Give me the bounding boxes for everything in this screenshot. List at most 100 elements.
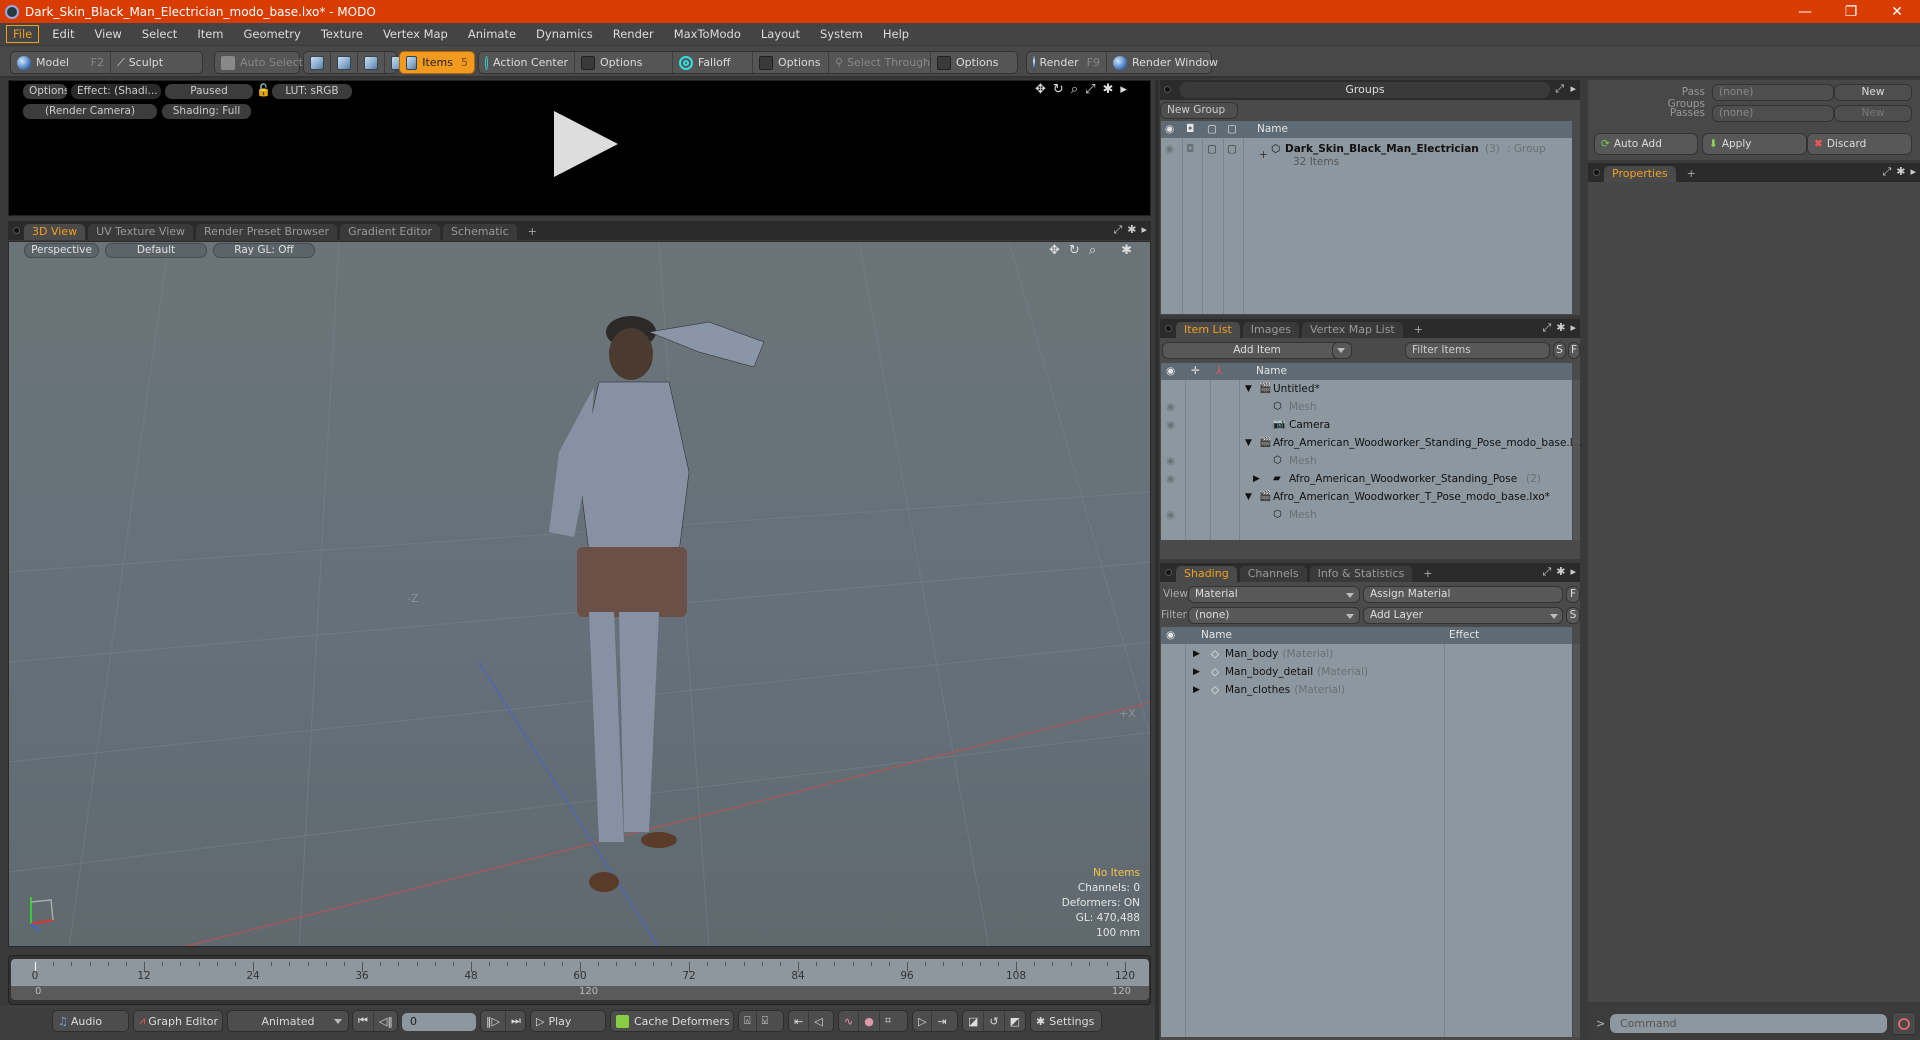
close-button[interactable]: ✕: [1874, 0, 1920, 23]
tab-item-list[interactable]: Item List: [1176, 322, 1240, 338]
action-center-options-button[interactable]: Options: [575, 52, 673, 73]
play-icon[interactable]: [554, 111, 618, 177]
record-button[interactable]: ●: [859, 1011, 880, 1031]
arrow-right-icon[interactable]: ▸: [1570, 321, 1576, 335]
visibility-icon[interactable]: ◉: [1166, 470, 1175, 488]
next-key-end-button[interactable]: ⇥: [932, 1011, 951, 1031]
s-button[interactable]: S: [1566, 607, 1580, 624]
collapse-icon[interactable]: ▼: [1245, 380, 1252, 398]
edges-mode-button[interactable]: [331, 52, 358, 73]
expand-icon[interactable]: ▶: [1193, 645, 1200, 663]
add-item-button[interactable]: Add Item: [1162, 342, 1352, 359]
s-button[interactable]: S: [1553, 342, 1566, 359]
visibility-icon[interactable]: ◉: [1166, 398, 1175, 416]
menu-dynamics[interactable]: Dynamics: [529, 25, 600, 43]
material-row[interactable]: ▶ ◇ Man_body (Material): [1161, 645, 1572, 663]
3d-viewport[interactable]: Perspective Default Ray GL: Off ✥ ↻ ⌕ ✱ -Z …: [8, 241, 1151, 947]
expand-icon[interactable]: ▶: [1193, 681, 1200, 699]
prev-key-button[interactable]: ◁: [809, 1011, 827, 1031]
collapse-icon[interactable]: ▼: [1245, 434, 1252, 452]
perspective-dropdown[interactable]: Perspective: [24, 243, 99, 258]
vertices-mode-button[interactable]: [304, 52, 331, 73]
material-row[interactable]: ▶ ◇ Man_clothes (Material): [1161, 681, 1572, 699]
panel-dot-icon[interactable]: [1593, 169, 1600, 176]
item-list-scrollbar[interactable]: [1573, 380, 1580, 540]
menu-animate[interactable]: Animate: [461, 25, 523, 43]
item-row[interactable]: ◉ ⬡ Mesh: [1161, 398, 1572, 416]
key-cycle-button[interactable]: ↺: [984, 1011, 1005, 1031]
material-row[interactable]: ▶ ◇ Man_body_detail (Material): [1161, 663, 1572, 681]
panel-dot-icon[interactable]: [1165, 569, 1172, 576]
add-tab-button[interactable]: +: [1406, 322, 1431, 338]
key-down-button[interactable]: ⍌: [757, 1011, 774, 1031]
item-row[interactable]: ▼ 🎬 Afro_American_Woodworker_T_Pose_modo_b…: [1161, 488, 1572, 506]
maximize-icon[interactable]: ⤢: [1085, 82, 1095, 97]
item-row[interactable]: ◉ 📷 Camera: [1161, 416, 1572, 434]
new-pass-button[interactable]: New: [1834, 105, 1912, 122]
items-mode-button[interactable]: Items 5: [399, 51, 475, 74]
collapse-icon[interactable]: ▼: [1245, 488, 1252, 506]
render-window-button[interactable]: Render Window: [1107, 52, 1224, 73]
shading-dropdown[interactable]: Shading: Full: [162, 104, 251, 119]
next-key-button[interactable]: ▷: [913, 1011, 933, 1031]
lock-toggle[interactable]: ▢: [1207, 140, 1217, 158]
arrow-right-icon[interactable]: ▸: [1570, 82, 1576, 95]
tab-uv-texture-view[interactable]: UV Texture View: [88, 224, 194, 240]
maximize-icon[interactable]: ⤢: [1542, 565, 1551, 579]
render-icon[interactable]: ◘: [1186, 140, 1194, 158]
action-center-button[interactable]: Action Center: [479, 52, 575, 73]
maximize-icon[interactable]: ⤢: [1542, 321, 1551, 335]
settings-button[interactable]: ✱ Settings: [1030, 1010, 1102, 1032]
effect-dropdown[interactable]: Effect: (Shadi...: [71, 84, 161, 99]
tab-schematic[interactable]: Schematic: [443, 224, 517, 240]
passes-dropdown[interactable]: (none): [1712, 105, 1834, 122]
item-row[interactable]: ◉ ⬡ Mesh: [1161, 506, 1572, 524]
key-select-button[interactable]: ◩: [1005, 1011, 1025, 1031]
expand-icon[interactable]: ▶: [1253, 470, 1260, 488]
tab-info-statistics[interactable]: Info & Statistics: [1309, 566, 1413, 582]
maximize-icon[interactable]: ⤢: [1555, 82, 1564, 96]
rotate-icon[interactable]: ↻: [1053, 82, 1064, 97]
auto-add-button[interactable]: ⟳ Auto Add: [1594, 133, 1698, 155]
camera-dropdown[interactable]: (Render Camera): [23, 104, 157, 119]
expand-icon[interactable]: ▶: [1193, 663, 1200, 681]
item-row[interactable]: ▼ 🎬 Afro_American_Woodworker_Standing_Pose…: [1161, 434, 1583, 452]
key-channels-button[interactable]: ⌗: [880, 1011, 896, 1031]
shading-scrollbar[interactable]: [1573, 644, 1580, 1037]
pass-groups-dropdown[interactable]: (none): [1712, 84, 1834, 101]
panel-dot-icon[interactable]: [1164, 86, 1171, 93]
item-row[interactable]: ◉ ⬡ Mesh: [1161, 452, 1572, 470]
timeline-ruler[interactable]: 0 12 24 36 48 60 72 84 96 108 120: [11, 959, 1149, 986]
f-button[interactable]: F: [1566, 586, 1580, 603]
lock-icon[interactable]: 🔓: [256, 83, 271, 97]
step-forward-button[interactable]: ‖▷: [481, 1011, 506, 1031]
cache-deformers-button[interactable]: Cache Deformers: [610, 1010, 734, 1032]
new-group-button[interactable]: New Group: [1160, 102, 1238, 119]
rotate-icon[interactable]: ↻: [1069, 243, 1080, 258]
raygl-dropdown[interactable]: Ray GL: Off: [213, 243, 315, 258]
filter-items-input[interactable]: Filter Items: [1405, 342, 1550, 359]
menu-system[interactable]: System: [813, 25, 870, 43]
tab-3d-view[interactable]: 3D View: [24, 224, 86, 240]
tab-properties[interactable]: Properties: [1604, 166, 1676, 182]
falloff-button[interactable]: Falloff: [673, 52, 753, 73]
add-tab-button[interactable]: +: [1415, 566, 1440, 582]
frame-input[interactable]: 0: [402, 1013, 476, 1031]
menu-file[interactable]: File: [6, 25, 40, 43]
add-layer-dropdown[interactable]: Add Layer: [1363, 607, 1563, 624]
visibility-icon[interactable]: ◉: [1165, 140, 1174, 158]
prev-key-start-button[interactable]: ⇤: [789, 1011, 810, 1031]
render-preview[interactable]: Options Effect: (Shadi... Paused 🔓 LUT: …: [8, 80, 1151, 216]
pan-icon[interactable]: ✥: [1049, 243, 1060, 258]
tab-vertex-map-list[interactable]: Vertex Map List: [1301, 322, 1403, 338]
visibility-icon[interactable]: ◉: [1166, 452, 1175, 470]
select-toggle[interactable]: ▢: [1227, 140, 1237, 158]
tab-render-preset-browser[interactable]: Render Preset Browser: [196, 224, 338, 240]
maximize-icon[interactable]: ⤢: [1113, 223, 1122, 237]
panel-dot-icon[interactable]: [1165, 325, 1172, 332]
filter-dropdown[interactable]: (none): [1188, 607, 1360, 624]
falloff-options-button[interactable]: Options: [753, 52, 829, 73]
tab-shading[interactable]: Shading: [1176, 566, 1237, 582]
gear-icon[interactable]: ✱: [1127, 223, 1136, 237]
discard-button[interactable]: ✖ Discard: [1807, 133, 1912, 155]
